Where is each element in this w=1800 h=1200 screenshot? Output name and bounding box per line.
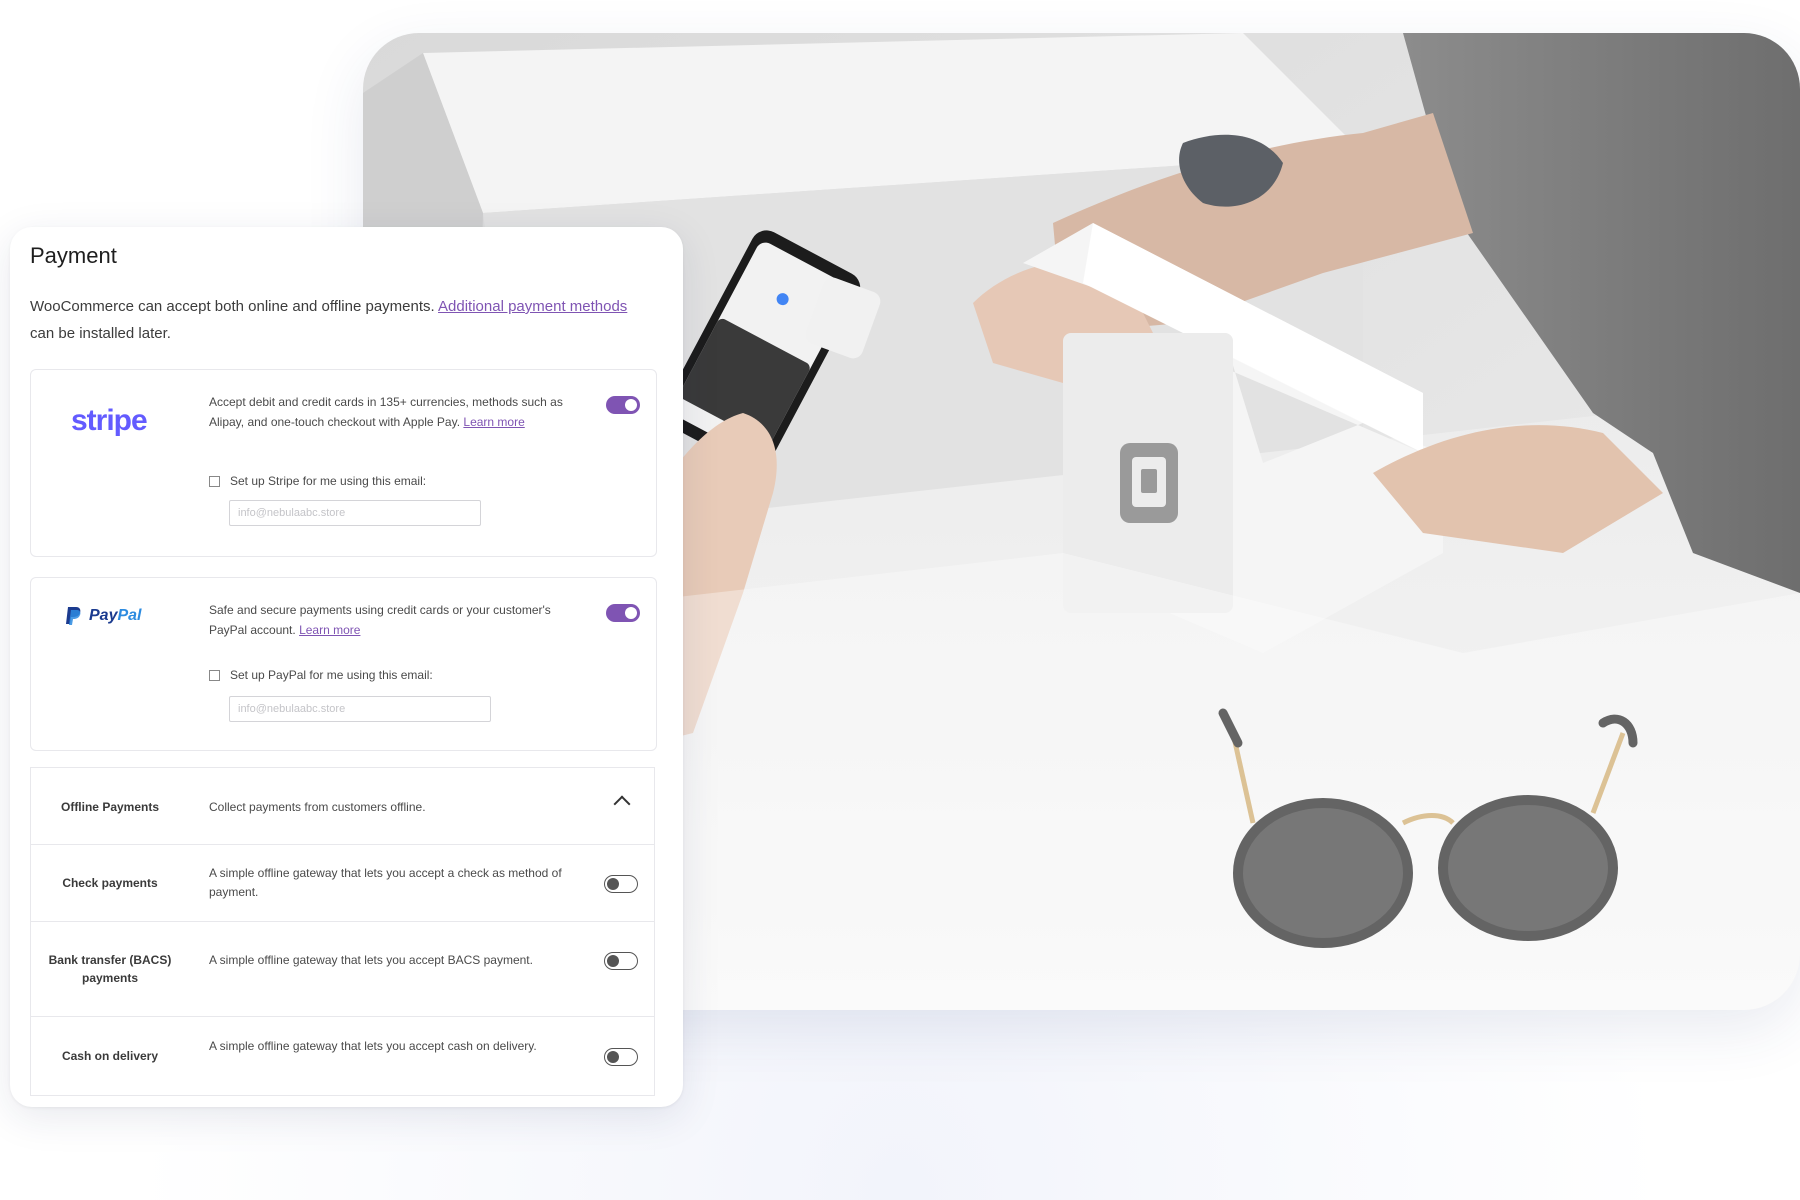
stripe-setup-row: Set up Stripe for me using this email: (209, 474, 426, 488)
check-payments-toggle[interactable] (604, 875, 638, 893)
stripe-setup-label: Set up Stripe for me using this email: (230, 474, 427, 488)
card-title: Payment (30, 243, 117, 268)
stripe-email-input[interactable] (229, 500, 481, 526)
offline-payments-label: Offline Payments (60, 800, 160, 814)
paypal-description-text: Safe and secure payments using credit ca… (209, 603, 551, 637)
stripe-logo: stripe (71, 404, 148, 437)
offline-method-label: Check payments (62, 876, 158, 890)
paypal-panel: Pay Pal Safe and secure payments using cr… (30, 577, 657, 751)
intro-text: WooCommerce can accept both online and o… (30, 298, 435, 315)
offline-method-label: Cash on delivery (61, 1049, 159, 1063)
toggle-knob (607, 878, 619, 890)
paypal-email-input[interactable] (229, 696, 491, 722)
offline-method-description: A simple offline gateway that lets you a… (209, 953, 533, 967)
payment-settings-card: Payment WooCommerce can accept both onli… (10, 227, 683, 1107)
paypal-description: Safe and secure payments using credit ca… (209, 600, 564, 640)
paypal-p-icon (66, 607, 81, 625)
stripe-panel: stripe Accept debit and credit cards in … (30, 369, 657, 557)
offline-method-description: A simple offline gateway that lets you a… (209, 1039, 537, 1053)
toggle-knob (607, 955, 619, 967)
offline-method-row: Bank transfer (BACS) payments A simple o… (30, 921, 655, 1017)
paypal-toggle[interactable] (606, 604, 640, 622)
cash-on-delivery-toggle[interactable] (604, 1048, 638, 1066)
paypal-learn-more-link[interactable]: Learn more (299, 623, 360, 637)
offline-method-row: Cash on delivery A simple offline gatewa… (30, 1016, 655, 1096)
offline-payments-description: Collect payments from customers offline. (209, 800, 426, 814)
toggle-knob (625, 607, 637, 619)
card-intro: WooCommerce can accept both online and o… (30, 293, 630, 347)
stripe-setup-checkbox[interactable] (209, 475, 220, 487)
paypal-logo: Pay Pal (65, 606, 141, 626)
additional-methods-link[interactable]: Additional payment methods (438, 298, 627, 315)
offline-method-description: A simple offline gateway that lets you a… (209, 866, 562, 899)
offline-method-row: Check payments A simple offline gateway … (30, 844, 655, 922)
offline-payments-header[interactable]: Offline Payments Collect payments from c… (30, 767, 655, 845)
bacs-payments-toggle[interactable] (604, 952, 638, 970)
offline-method-label: Bank transfer (BACS) payments (48, 953, 172, 985)
paypal-setup-label: Set up PayPal for me using this email: (230, 668, 433, 682)
chevron-up-icon[interactable] (613, 795, 631, 813)
paypal-logo-pay: Pay (89, 607, 118, 624)
paypal-logo-pal: Pal (117, 607, 142, 624)
stripe-toggle[interactable] (606, 396, 640, 414)
intro-suffix: can be installed later. (30, 325, 171, 342)
stripe-description: Accept debit and credit cards in 135+ cu… (209, 392, 564, 432)
stripe-learn-more-link[interactable]: Learn more (463, 415, 524, 429)
toggle-knob (625, 399, 637, 411)
paypal-setup-checkbox[interactable] (209, 669, 220, 681)
paypal-setup-row: Set up PayPal for me using this email: (209, 668, 433, 682)
toggle-knob (607, 1051, 619, 1063)
